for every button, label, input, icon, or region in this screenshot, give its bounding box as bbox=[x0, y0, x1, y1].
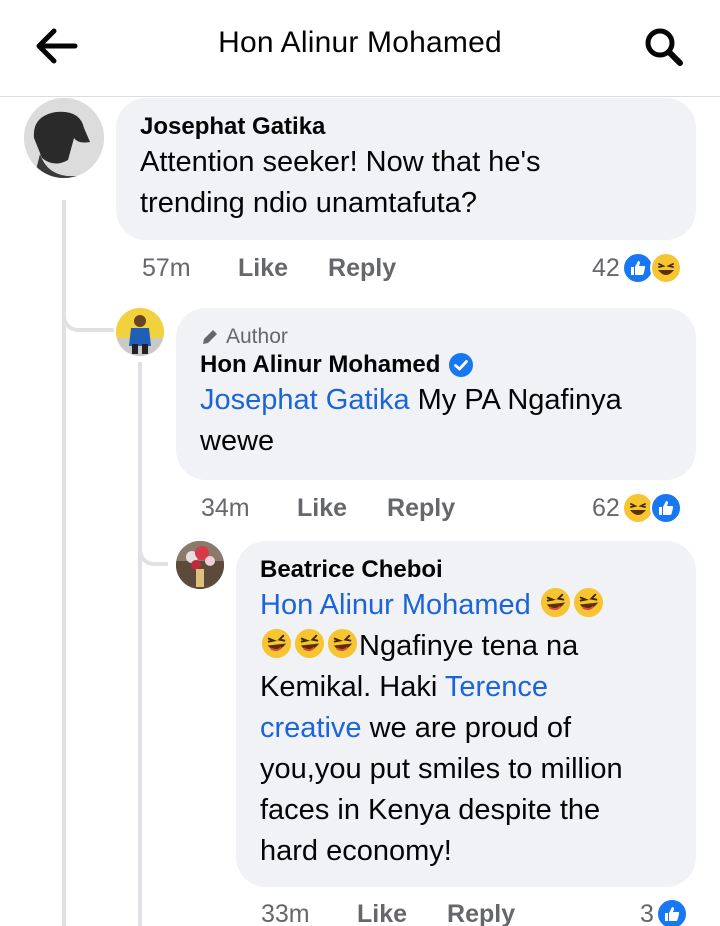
comment-time: 33m bbox=[261, 900, 310, 926]
avatar[interactable] bbox=[24, 98, 104, 178]
rolling-laughing-emoji bbox=[327, 628, 358, 659]
search-button[interactable] bbox=[638, 22, 690, 72]
search-icon bbox=[645, 28, 683, 66]
pencil-icon bbox=[203, 330, 217, 344]
comment-line: Josephat Gatika My PA Ngafinya bbox=[200, 380, 672, 421]
comment-line: creative we are proud of bbox=[260, 708, 672, 749]
rolling-laughing-emoji bbox=[573, 587, 603, 618]
comment-author[interactable]: Beatrice Cheboi bbox=[260, 555, 672, 585]
reply-button[interactable]: Reply bbox=[328, 254, 396, 283]
reply-button[interactable]: Reply bbox=[447, 900, 515, 926]
avatar-image bbox=[116, 308, 164, 356]
comment-author-name: Hon Alinur Mohamed bbox=[200, 351, 441, 378]
comment-text-fragment: Ngafinye tena na bbox=[359, 630, 579, 662]
haha-icon bbox=[649, 252, 682, 284]
comment-line: Hon Alinur Mohamed bbox=[260, 585, 672, 626]
comment-text-fragment: Kemikal. Haki bbox=[260, 671, 445, 703]
comment-line: hard economy! bbox=[260, 835, 452, 867]
comment-line: Ngafinye tena na bbox=[260, 626, 672, 667]
comment-bubble: Beatrice Cheboi Hon Alinur Mohamed Ngafi… bbox=[236, 541, 696, 887]
comment-actions: 57m Like Reply bbox=[142, 254, 436, 283]
comment-actions: 34m Like Reply bbox=[201, 494, 495, 523]
like-button[interactable]: Like bbox=[297, 494, 347, 523]
like-button[interactable]: Like bbox=[357, 900, 407, 926]
comment-text: Attention seeker! Now that he's trending… bbox=[140, 142, 672, 224]
rolling-laughing-emoji bbox=[261, 628, 292, 659]
avatar-image bbox=[24, 98, 104, 178]
comment-line: wewe bbox=[200, 425, 275, 457]
comment-author[interactable]: Hon Alinur Mohamed bbox=[200, 350, 672, 380]
rolling-laughing-emoji bbox=[294, 628, 325, 659]
thread-line-reply bbox=[138, 362, 142, 926]
reply-connector bbox=[138, 540, 168, 566]
comment-time: 34m bbox=[201, 494, 250, 522]
comment-author[interactable]: Josephat Gatika bbox=[140, 112, 672, 142]
avatar[interactable] bbox=[176, 541, 224, 589]
comment-text: Hon Alinur Mohamed Ngafinye tena na Kemi… bbox=[260, 585, 672, 872]
mention-link[interactable]: Josephat Gatika bbox=[200, 384, 410, 416]
avatar-image bbox=[176, 541, 224, 589]
comment-line: faces in Kenya despite the bbox=[260, 794, 601, 826]
avatar[interactable] bbox=[116, 308, 164, 356]
verified-badge-icon bbox=[449, 353, 474, 377]
comment-actions: 33m Like Reply bbox=[261, 900, 555, 926]
reaction-count: 3 bbox=[640, 899, 654, 926]
comment-text: Josephat Gatika My PA Ngafinya wewe bbox=[200, 380, 672, 462]
mention-link[interactable]: Hon Alinur Mohamed bbox=[260, 589, 531, 621]
reaction-count: 62 bbox=[592, 493, 620, 522]
like-button[interactable]: Like bbox=[238, 254, 288, 283]
author-badge: Author bbox=[200, 324, 672, 350]
rolling-laughing-emoji bbox=[540, 587, 570, 618]
reaction-count: 42 bbox=[592, 253, 620, 282]
comment-line: Attention seeker! Now that he's bbox=[140, 146, 541, 178]
comment-line: trending ndio unamtafuta? bbox=[140, 187, 477, 219]
reply-button[interactable]: Reply bbox=[387, 494, 455, 523]
mention-link[interactable]: Terence bbox=[445, 671, 548, 703]
author-badge-label: Author bbox=[226, 325, 288, 348]
like-icon bbox=[649, 492, 682, 524]
top-bar: Hon Alinur Mohamed bbox=[0, 0, 720, 97]
mention-link[interactable]: creative bbox=[260, 712, 362, 744]
reaction-summary[interactable]: 62 bbox=[592, 492, 682, 524]
like-icon bbox=[655, 898, 688, 926]
reaction-summary[interactable]: 3 bbox=[640, 898, 688, 926]
comment-time: 57m bbox=[142, 254, 191, 282]
comment-line: Kemikal. Haki Terence bbox=[260, 667, 672, 708]
comment-text-fragment: we are proud of bbox=[361, 712, 572, 744]
comment-line: you,you put smiles to million bbox=[260, 753, 623, 785]
comment-text-fragment: My PA Ngafinya bbox=[409, 384, 622, 416]
page-title: Hon Alinur Mohamed bbox=[218, 26, 502, 59]
comment-bubble: Josephat Gatika Attention seeker! Now th… bbox=[116, 98, 696, 240]
comment-bubble: Author Hon Alinur Mohamed Josephat Gatik… bbox=[176, 308, 696, 480]
reaction-summary[interactable]: 42 bbox=[592, 252, 682, 284]
reply-connector bbox=[62, 300, 114, 332]
